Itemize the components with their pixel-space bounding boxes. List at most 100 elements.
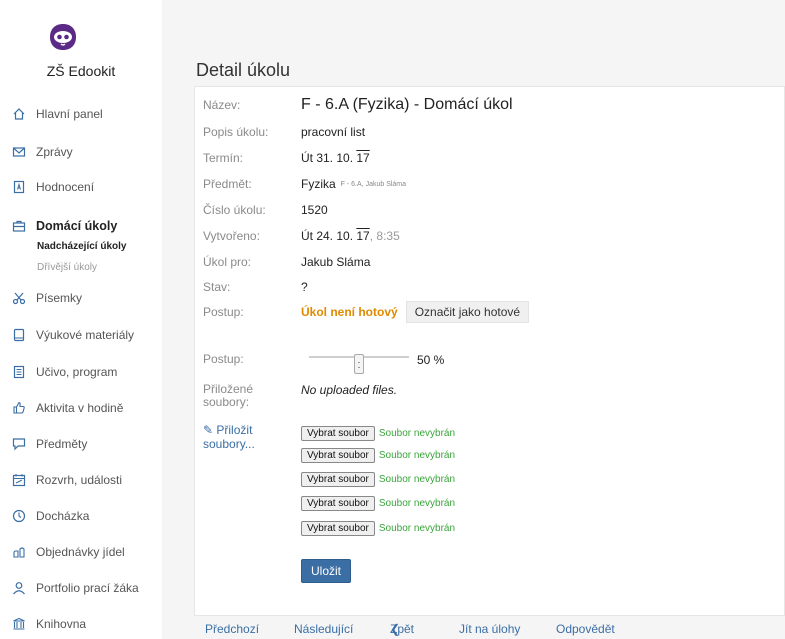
- briefcase-icon: [12, 219, 26, 233]
- file-input[interactable]: Vybrat soubor Soubor nevybrán: [301, 521, 455, 536]
- sidebar-item-hodnoceni[interactable]: Hodnocení: [12, 177, 94, 197]
- subject-link[interactable]: Fyzika: [301, 177, 336, 191]
- task-description: pracovní list: [301, 125, 366, 139]
- field-label: Popis úkolu:: [203, 125, 269, 139]
- task-status: Úkol není hotový: [301, 305, 398, 319]
- file-status: Soubor nevybrán: [378, 450, 456, 461]
- file-input[interactable]: Vybrat soubor Soubor nevybrán: [301, 496, 455, 511]
- edookit-logo-icon: [50, 24, 76, 50]
- sidebar-item-label: Výukové materiály: [36, 328, 135, 342]
- row-vytvoreno: Vytvořeno: Út 24. 10. 17, 8:35: [203, 229, 773, 243]
- file-input[interactable]: Vybrat soubor Soubor nevybrán: [301, 426, 455, 441]
- file-status: Soubor nevybrán: [378, 498, 456, 509]
- home-icon: [12, 107, 26, 121]
- created-date: Út 24. 10.: [301, 229, 357, 243]
- footer-navigation: Předchozí Následující ❮ Zpět Jít na úloh…: [162, 622, 785, 639]
- sidebar-item-zpravy[interactable]: Zprávy: [12, 142, 73, 162]
- pencil-icon: ✎: [203, 423, 217, 437]
- file-status: Soubor nevybrán: [378, 474, 456, 485]
- file-status: Soubor nevybrán: [378, 428, 456, 439]
- sidebar-item-hlavni-panel[interactable]: Hlavní panel: [12, 104, 103, 124]
- progress-slider-track[interactable]: [309, 354, 409, 374]
- next-link[interactable]: Následující: [294, 622, 353, 636]
- progress-slider-handle[interactable]: [354, 354, 364, 374]
- scissors-icon: [12, 291, 26, 305]
- sidebar-item-label: Portfolio prací žáka: [36, 581, 139, 595]
- sidebar-item-label: Knihovna: [36, 617, 87, 631]
- sidebar-item-dochazka[interactable]: Docházka: [12, 506, 89, 526]
- choose-file-button[interactable]: Vybrat soubor: [301, 426, 375, 441]
- choose-file-button[interactable]: Vybrat soubor: [301, 472, 375, 487]
- row-nazev: Název: F - 6.A (Fyzika) - Domácí úkol: [203, 96, 773, 114]
- document-icon: [12, 365, 26, 379]
- mark-done-button[interactable]: Označit jako hotové: [405, 301, 530, 323]
- subitem-nadchazejici-ukoly[interactable]: Nadcházející úkoly: [37, 241, 126, 252]
- school-name: ZŠ Edookit: [46, 63, 116, 79]
- sidebar-item-vyukove-materialy[interactable]: Výukové materiály: [12, 325, 134, 345]
- row-postup: Postup: Úkol není hotový Označit jako ho…: [203, 301, 773, 323]
- sidebar-item-rozvrh-udalosti[interactable]: Rozvrh, události: [12, 470, 122, 490]
- clock-icon: [12, 509, 26, 523]
- sidebar-item-predmety[interactable]: Předměty: [12, 434, 87, 454]
- sidebar: ZŠ Edookit Hlavní panel Zprávy Hodnocení…: [0, 0, 162, 639]
- choose-file-button[interactable]: Vybrat soubor: [301, 496, 375, 511]
- sidebar-item-objednavky-jidel[interactable]: Objednávky jídel: [12, 542, 125, 562]
- deadline-year: 17: [356, 151, 370, 165]
- sidebar-item-pisemky[interactable]: Písemky: [12, 288, 82, 308]
- calendar-icon: [12, 473, 26, 487]
- row-popis: Popis úkolu: pracovní list: [203, 125, 773, 139]
- sidebar-item-label: Hodnocení: [36, 180, 95, 194]
- sidebar-item-label: Hlavní panel: [36, 107, 103, 121]
- subitem-drivejsi-ukoly[interactable]: Dřívější úkoly: [37, 262, 97, 273]
- task-title: F - 6.A (Fyzika) - Domácí úkol: [301, 96, 513, 113]
- go-to-tasks-link[interactable]: Jít na úlohy: [459, 622, 520, 636]
- row-stav: Stav: ?: [203, 280, 773, 294]
- attach-files-link[interactable]: ✎ Přiložit soubory...: [203, 423, 293, 451]
- task-detail-card: Název: F - 6.A (Fyzika) - Domácí úkol Po…: [194, 86, 785, 616]
- chat-icon: [12, 437, 26, 451]
- deadline-date: Út 31. 10.: [301, 151, 357, 165]
- grade-icon: [12, 180, 26, 194]
- user-icon: [12, 581, 26, 595]
- field-label: Postup:: [203, 305, 244, 319]
- thumbs-up-icon: [12, 401, 26, 415]
- save-button[interactable]: Uložit: [301, 559, 351, 583]
- task-deadline: Út 31. 10. 17: [301, 151, 370, 165]
- field-label: Číslo úkolu:: [203, 203, 266, 217]
- row-termin: Termín: Út 31. 10. 17: [203, 151, 773, 165]
- row-progress: Postup: 50 %: [203, 349, 773, 374]
- main-content: Detail úkolu Název: F - 6.A (Fyzika) - D…: [162, 0, 785, 639]
- sidebar-item-label: Předměty: [36, 437, 88, 451]
- field-label: Postup:: [203, 352, 244, 366]
- sidebar-item-portfolio[interactable]: Portfolio prací žáka: [12, 578, 139, 598]
- file-input[interactable]: Vybrat soubor Soubor nevybrán: [301, 472, 455, 487]
- sidebar-item-label: Domácí úkoly: [36, 219, 118, 233]
- sidebar-item-knihovna[interactable]: Knihovna: [12, 614, 86, 634]
- field-label: Přiložené soubory:: [203, 382, 254, 409]
- reply-link[interactable]: Odpovědět: [556, 622, 615, 636]
- sidebar-item-aktivita-v-hodine[interactable]: Aktivita v hodině: [12, 398, 123, 418]
- sidebar-item-label: Docházka: [36, 509, 90, 523]
- field-label: Stav:: [203, 280, 231, 294]
- book-icon: [12, 328, 26, 342]
- task-state: ?: [301, 280, 308, 294]
- page-title: Detail úkolu: [196, 60, 291, 80]
- file-input[interactable]: Vybrat soubor Soubor nevybrán: [301, 448, 455, 463]
- choose-file-button[interactable]: Vybrat soubor: [301, 521, 375, 536]
- back-label: Zpět: [390, 622, 415, 636]
- row-prilozene: Přiložené soubory: No uploaded files.: [203, 383, 773, 409]
- sidebar-item-domaci-ukoly[interactable]: Domácí úkoly: [12, 216, 117, 236]
- row-predmet: Předmět: Fyzika F - 6.A, Jakub Sláma: [203, 177, 773, 191]
- task-created: Út 24. 10. 17, 8:35: [301, 229, 400, 243]
- field-label: Termín:: [203, 151, 244, 165]
- sidebar-item-label: Písemky: [36, 291, 83, 305]
- sidebar-item-label: Rozvrh, události: [36, 473, 123, 487]
- library-icon: [12, 617, 26, 631]
- task-number: 1520: [301, 203, 328, 217]
- sidebar-item-ucivo-program[interactable]: Učivo, program: [12, 362, 117, 382]
- previous-link[interactable]: Předchozí: [205, 622, 259, 636]
- created-time: , 8:35: [369, 229, 400, 243]
- sidebar-item-label: Aktivita v hodině: [36, 401, 124, 415]
- choose-file-button[interactable]: Vybrat soubor: [301, 448, 375, 463]
- field-label: Předmět:: [203, 177, 252, 191]
